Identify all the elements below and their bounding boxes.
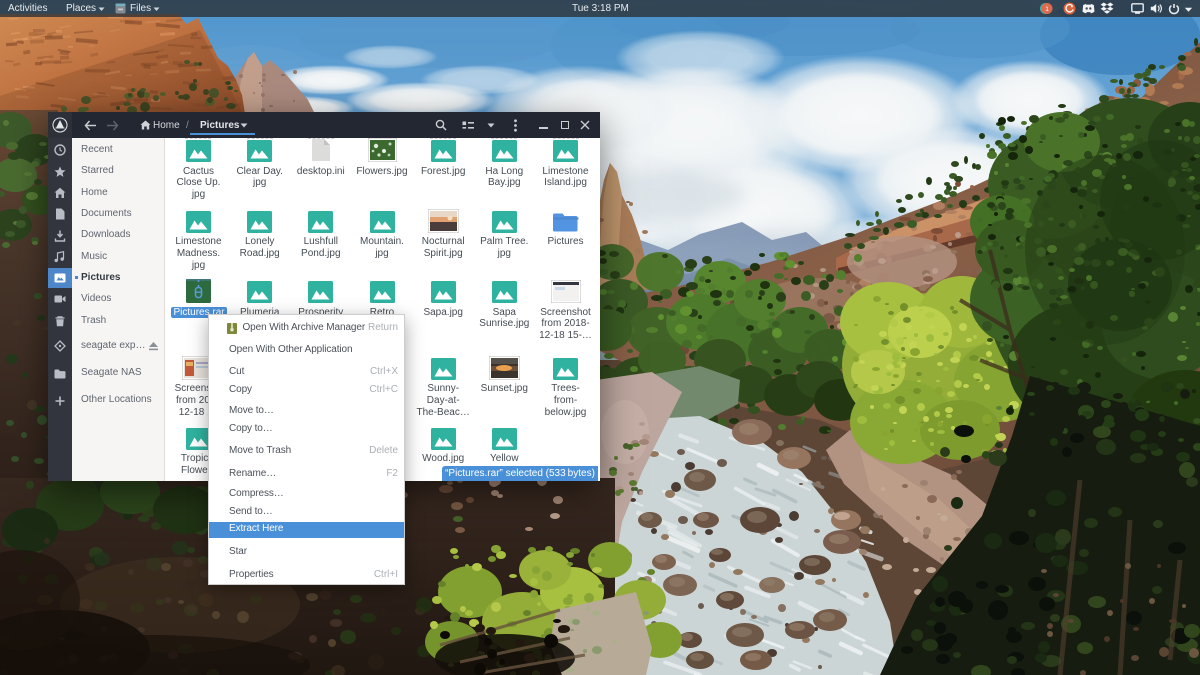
svg-text:1: 1 [1045, 6, 1049, 13]
